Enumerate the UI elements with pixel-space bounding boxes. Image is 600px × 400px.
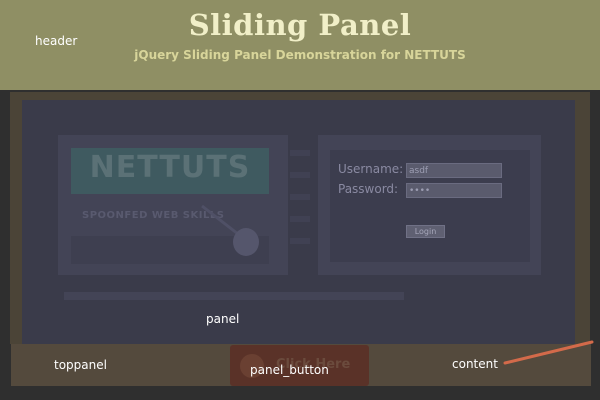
password-input[interactable]: •••• <box>406 183 502 198</box>
pointer-line-icon <box>503 340 594 365</box>
content-region-label: content <box>452 357 498 371</box>
spoon-icon <box>201 204 259 256</box>
logo-name: NETTUTS <box>89 150 251 185</box>
page-subtitle: jQuery Sliding Panel Demonstration for N… <box>134 48 466 62</box>
footer-text-line <box>64 292 404 300</box>
username-input[interactable]: asdf <box>406 163 502 178</box>
toppanel-region-label: toppanel <box>54 358 107 372</box>
description-lines <box>290 150 310 244</box>
username-label: Username: <box>338 162 404 176</box>
page-title: Sliding Panel <box>188 8 412 42</box>
panel-region-label: panel <box>206 312 240 326</box>
panel-button-region-label: panel_button <box>250 363 329 377</box>
password-label: Password: <box>338 182 399 196</box>
login-button[interactable]: Login <box>406 225 445 238</box>
